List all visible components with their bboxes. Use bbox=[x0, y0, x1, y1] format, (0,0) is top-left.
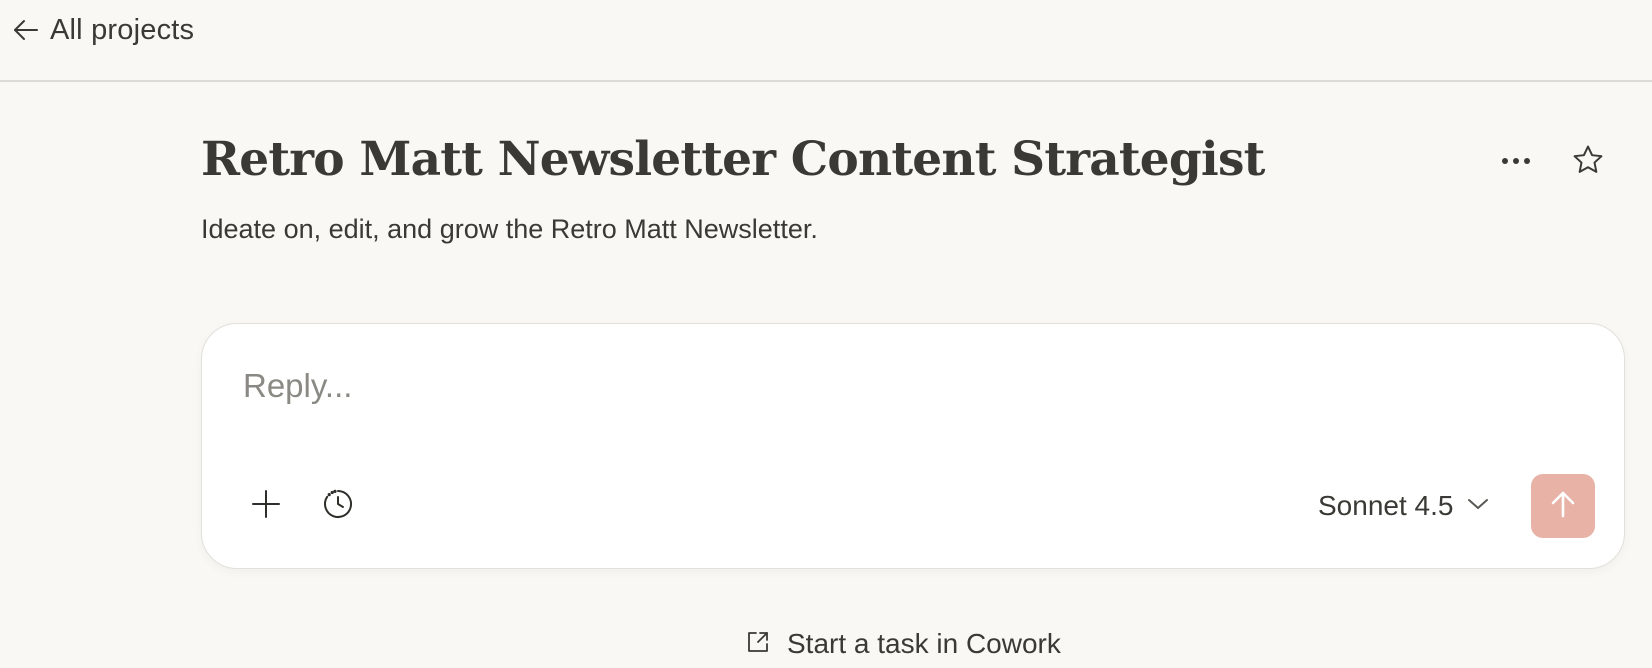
clock-history-icon bbox=[322, 488, 354, 525]
project-description: Ideate on, edit, and grow the Retro Matt… bbox=[201, 214, 818, 244]
project-title: Retro Matt Newsletter Content Strategist bbox=[201, 132, 1265, 187]
star-project-button[interactable] bbox=[1566, 140, 1610, 184]
arrow-left-icon bbox=[12, 16, 40, 44]
more-options-button[interactable] bbox=[1494, 140, 1538, 184]
star-icon bbox=[1571, 143, 1605, 182]
all-projects-link[interactable]: All projects bbox=[12, 10, 194, 50]
plus-icon bbox=[251, 489, 281, 524]
message-composer: Sonnet 4.5 bbox=[201, 323, 1625, 569]
external-link-icon bbox=[745, 629, 771, 660]
model-name: Sonnet 4.5 bbox=[1318, 490, 1454, 521]
add-attachment-button[interactable] bbox=[244, 484, 288, 528]
cowork-label: Start a task in Cowork bbox=[787, 628, 1061, 659]
more-horizontal-icon bbox=[1500, 153, 1532, 171]
arrow-up-icon bbox=[1548, 489, 1578, 524]
top-bar: All projects bbox=[0, 0, 1652, 82]
chevron-down-icon bbox=[1467, 497, 1489, 516]
reply-input[interactable] bbox=[243, 364, 1563, 408]
start-cowork-task-link[interactable]: Start a task in Cowork bbox=[745, 624, 1061, 664]
history-button[interactable] bbox=[316, 484, 360, 528]
all-projects-label: All projects bbox=[50, 13, 195, 46]
model-selector[interactable]: Sonnet 4.5 bbox=[1310, 482, 1497, 530]
send-button[interactable] bbox=[1531, 474, 1595, 538]
